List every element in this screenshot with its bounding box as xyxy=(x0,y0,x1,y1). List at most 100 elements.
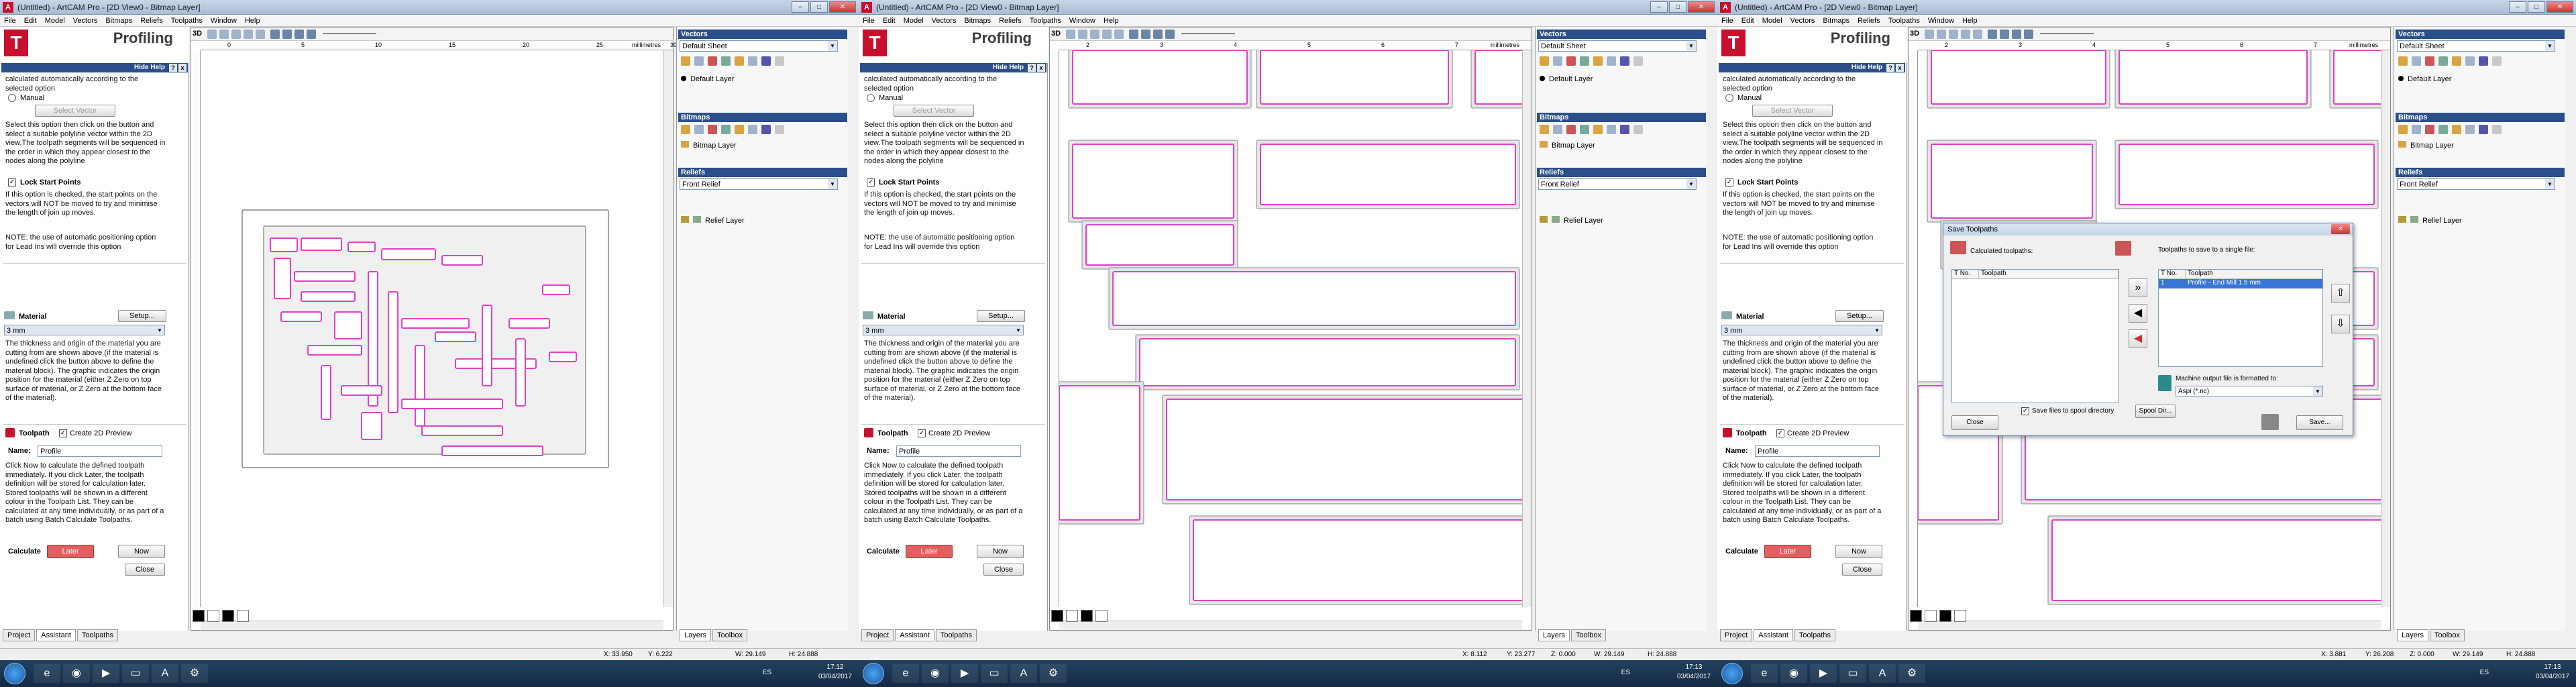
menu-model[interactable]: Model xyxy=(904,17,924,25)
move-down-icon[interactable] xyxy=(735,56,744,66)
tab-project[interactable]: Project xyxy=(1720,629,1753,641)
tab-layers[interactable]: Layers xyxy=(2397,629,2429,641)
minimize-button[interactable]: – xyxy=(2509,1,2526,13)
new-layer-icon[interactable] xyxy=(2398,56,2408,66)
menu-window[interactable]: Window xyxy=(1928,17,1954,25)
toolpath-outline[interactable] xyxy=(270,237,298,252)
lock-start-checkbox[interactable]: ✓ xyxy=(867,178,875,187)
visibility-icon[interactable] xyxy=(2479,56,2488,66)
toolpath-outline[interactable] xyxy=(515,338,526,407)
col-no-header[interactable]: T No. xyxy=(1952,270,1979,278)
vectors-sheet-select[interactable]: Default Sheet ▼ xyxy=(2397,40,2555,52)
calculate-later-button[interactable]: Later xyxy=(1764,545,1811,558)
help-icon[interactable]: ? xyxy=(169,64,177,72)
chevron-down-icon[interactable]: ▼ xyxy=(828,179,837,189)
lock-icon[interactable] xyxy=(1607,56,1616,66)
ie-icon[interactable]: e xyxy=(1751,664,1778,683)
menu-bitmaps[interactable]: Bitmaps xyxy=(105,17,132,25)
drawing-canvas[interactable] xyxy=(1059,50,1522,607)
move-up-icon[interactable]: ⇧ xyxy=(2331,284,2350,303)
menu-toolpaths[interactable]: Toolpaths xyxy=(171,17,203,25)
start-button[interactable] xyxy=(1721,663,1743,684)
menu-file[interactable]: File xyxy=(1721,17,1733,25)
toolpath-outline[interactable] xyxy=(301,291,356,302)
menu-toolpaths[interactable]: Toolpaths xyxy=(1888,17,1920,25)
guide-icon[interactable] xyxy=(294,30,304,39)
close-window-button[interactable]: ✕ xyxy=(2546,1,2573,13)
layer-visible-icon[interactable] xyxy=(2398,76,2404,81)
vertical-scrollbar[interactable] xyxy=(1522,50,1532,607)
grid-icon[interactable] xyxy=(1129,30,1138,39)
snap-icon[interactable] xyxy=(282,30,292,39)
zoom-fit-icon[interactable] xyxy=(1961,30,1970,39)
dialog-save-button[interactable]: Save... xyxy=(2296,415,2343,430)
secondary-color-swatch[interactable] xyxy=(207,610,219,622)
remove-arrow-icon[interactable]: ◀ xyxy=(2129,329,2147,348)
menu-edit[interactable]: Edit xyxy=(1741,17,1754,25)
hide-help-bar[interactable]: Hide Help ? x xyxy=(1719,63,1905,72)
toolpath-outline[interactable] xyxy=(341,385,382,396)
menu-toolpaths[interactable]: Toolpaths xyxy=(1030,17,1061,25)
minimize-button[interactable]: – xyxy=(792,1,809,13)
secondary-color-swatch[interactable] xyxy=(1925,610,1937,622)
close-window-button[interactable]: ✕ xyxy=(829,1,856,13)
calculate-later-button[interactable]: Later xyxy=(906,545,953,558)
lock-icon[interactable] xyxy=(1607,125,1616,134)
chevron-down-icon[interactable]: ▼ xyxy=(828,41,837,51)
color-swatch-black[interactable] xyxy=(1081,610,1093,622)
menu-edit[interactable]: Edit xyxy=(24,17,37,25)
color-swatch-white[interactable] xyxy=(1095,610,1108,622)
close-help-icon[interactable]: x xyxy=(178,64,186,72)
zoom-previous-icon[interactable] xyxy=(1973,30,1982,39)
toolpath-outline[interactable] xyxy=(274,258,291,299)
toolpath-outline[interactable] xyxy=(2051,519,2381,601)
hide-help-link[interactable]: Hide Help xyxy=(993,64,1024,71)
move-up-icon[interactable] xyxy=(2438,125,2448,134)
ie-icon[interactable]: e xyxy=(34,664,60,683)
explorer-icon[interactable]: ▭ xyxy=(981,664,1008,683)
start-button[interactable] xyxy=(4,663,25,684)
rulers-icon[interactable] xyxy=(307,30,316,39)
primary-color-swatch[interactable] xyxy=(193,610,205,622)
menu-model[interactable]: Model xyxy=(45,17,65,25)
toolpath-outline[interactable] xyxy=(1112,271,1516,326)
save-list-row[interactable]: 1 Profile - End Mill 1.5 mm xyxy=(2159,279,2322,288)
properties-icon[interactable] xyxy=(1633,125,1643,134)
tab-layers[interactable]: Layers xyxy=(680,629,712,641)
toolpath-name-input[interactable]: Profile xyxy=(896,445,1021,457)
move-up-icon[interactable] xyxy=(721,56,731,66)
material-setup-button[interactable]: Setup... xyxy=(118,310,166,322)
col-toolpath-header[interactable]: Toolpath xyxy=(2186,270,2322,278)
toolpath-outline[interactable] xyxy=(2118,144,2375,205)
copy-layer-icon[interactable] xyxy=(1553,125,1562,134)
calculated-toolpaths-list[interactable]: T No. Toolpath xyxy=(1951,269,2119,403)
create-preview-checkbox[interactable]: ✓ xyxy=(918,429,926,437)
toolpath-outline[interactable] xyxy=(1931,50,2106,105)
toolpath-outline[interactable] xyxy=(482,305,492,386)
tool-icon[interactable]: ⚙ xyxy=(1898,664,1925,683)
menu-window[interactable]: Window xyxy=(1069,17,1095,25)
vectors-sheet-select[interactable]: Default Sheet ▼ xyxy=(1538,40,1697,52)
calculate-later-button[interactable]: Later xyxy=(47,545,94,558)
properties-icon[interactable] xyxy=(2492,125,2502,134)
color-swatch-white[interactable] xyxy=(237,610,249,622)
toolpath-outline[interactable] xyxy=(2333,50,2381,105)
new-layer-icon[interactable] xyxy=(1540,125,1549,134)
spool-checkbox[interactable]: ✓ xyxy=(2021,407,2029,415)
secondary-color-swatch[interactable] xyxy=(1066,610,1078,622)
menu-window[interactable]: Window xyxy=(211,17,237,25)
zoom-box-icon[interactable] xyxy=(1090,30,1099,39)
select-vector-button[interactable]: Select Vector xyxy=(35,105,115,117)
copy-layer-icon[interactable] xyxy=(694,56,704,66)
delete-layer-icon[interactable] xyxy=(2425,125,2434,134)
vector-layer-row[interactable]: Default Layer xyxy=(681,75,734,83)
dialog-close-icon[interactable]: ✕ xyxy=(2331,224,2350,234)
menu-edit[interactable]: Edit xyxy=(883,17,896,25)
material-setup-button[interactable]: Setup... xyxy=(1835,310,1884,322)
visibility-icon[interactable] xyxy=(761,125,771,134)
calculate-now-button[interactable]: Now xyxy=(977,545,1024,558)
collapse-icon[interactable]: ▼ xyxy=(1872,325,1882,335)
properties-icon[interactable] xyxy=(775,56,784,66)
new-layer-icon[interactable] xyxy=(2398,125,2408,134)
toolpath-outline[interactable] xyxy=(307,345,362,356)
